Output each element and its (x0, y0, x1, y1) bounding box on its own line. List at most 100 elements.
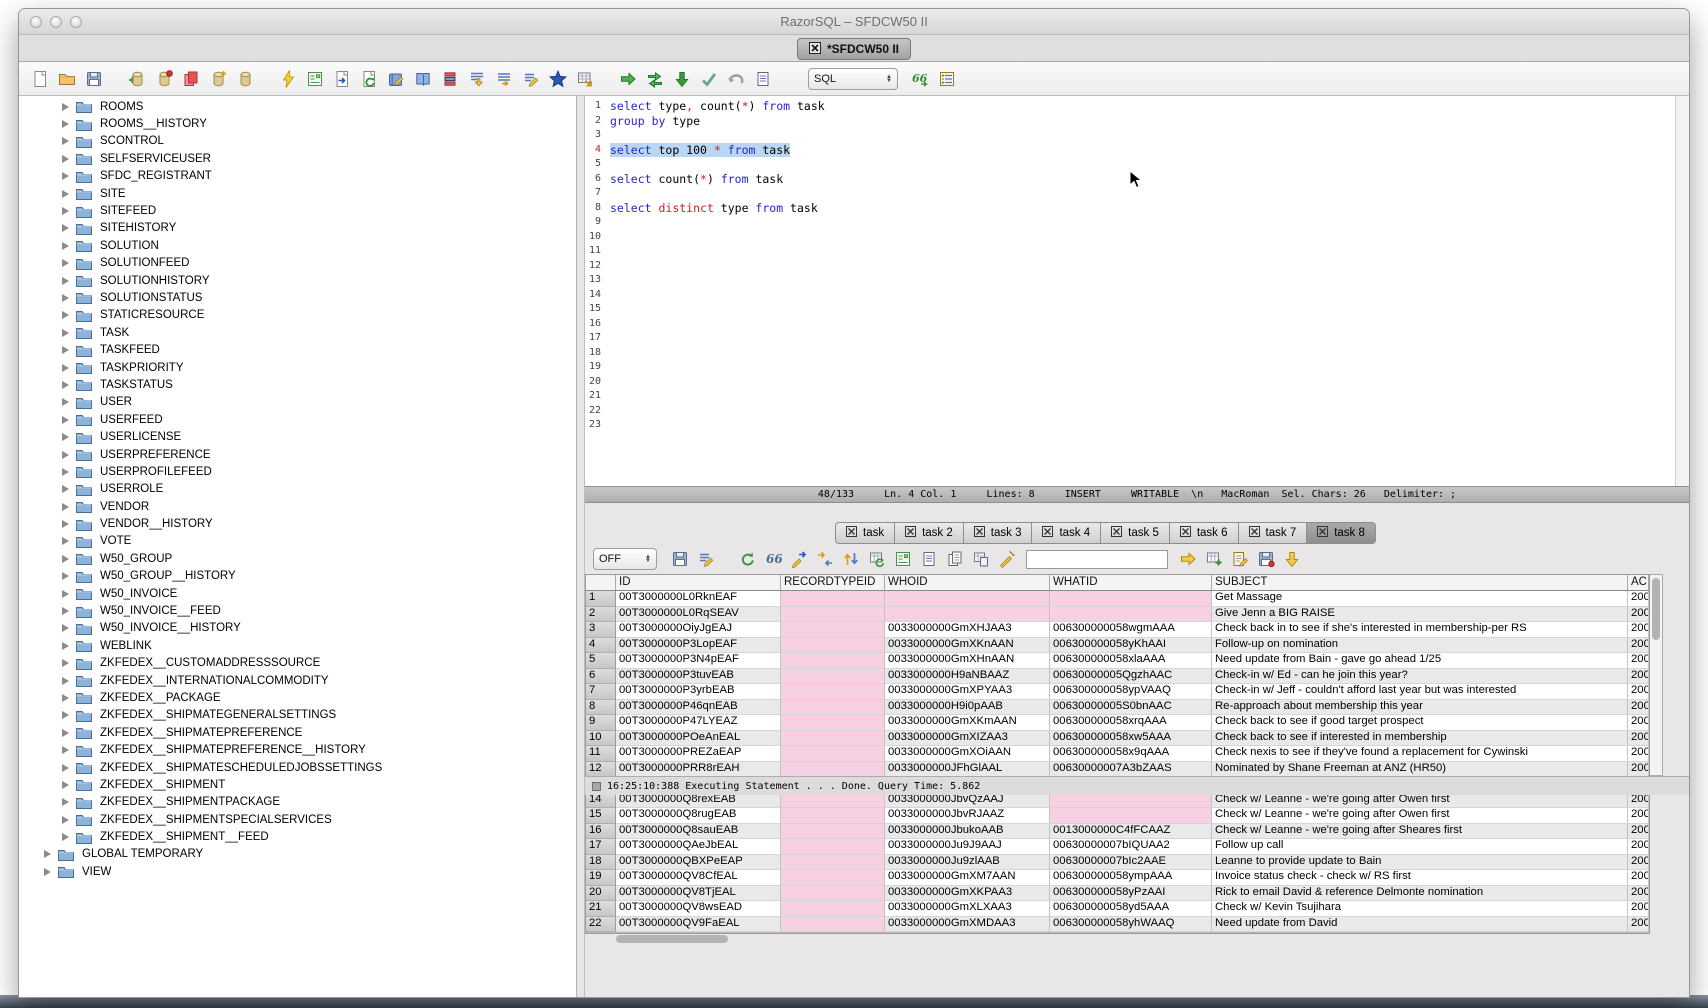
save-results-icon[interactable] (668, 548, 691, 571)
save-file-icon[interactable] (82, 67, 105, 90)
tree-item-zkfedex__package[interactable]: ZKFEDEX__PACKAGE (19, 689, 576, 706)
table-row[interactable]: 1100T3000000PREZaEAP0033000000GmXOiAAN00… (586, 746, 1649, 762)
expand-arrow-icon[interactable] (62, 207, 69, 215)
scroll-down-icon[interactable] (1280, 548, 1303, 571)
tree-item-sitefeed[interactable]: SITEFEED (19, 202, 576, 219)
expand-arrow-icon[interactable] (62, 259, 69, 267)
expand-arrow-icon[interactable] (62, 572, 69, 580)
execute-sql-icon[interactable] (276, 67, 299, 90)
refresh-query-icon[interactable] (357, 67, 380, 90)
tree-item-w50_group[interactable]: W50_GROUP (19, 550, 576, 567)
expand-arrow-icon[interactable] (62, 137, 69, 145)
table-row[interactable]: 700T3000000P3yrbEAB0033000000GmXPYAA3006… (586, 684, 1649, 700)
results-vertical-scrollbar[interactable] (1650, 574, 1663, 776)
close-tab-icon[interactable] (809, 42, 821, 57)
tree-item-userfeed[interactable]: USERFEED (19, 411, 576, 428)
tree-item-zkfedex__shipment__feed[interactable]: ZKFEDEX__SHIPMENT__FEED (19, 828, 576, 845)
result-tab-task-6[interactable]: task 6 (1170, 522, 1239, 544)
expand-arrow-icon[interactable] (62, 764, 69, 772)
expand-arrow-icon[interactable] (62, 242, 69, 250)
close-tab-icon[interactable] (1042, 526, 1053, 540)
scrollbar-thumb[interactable] (616, 935, 728, 943)
tree-item-sitehistory[interactable]: SITEHISTORY (19, 220, 576, 237)
connect-database-icon[interactable] (125, 67, 148, 90)
tree-item-scontrol[interactable]: SCONTROL (19, 133, 576, 150)
database-icon[interactable] (233, 67, 256, 90)
expand-arrow-icon[interactable] (62, 311, 69, 319)
row-form-icon[interactable] (891, 548, 914, 571)
query-results-icon[interactable] (303, 67, 326, 90)
edit-cells-icon[interactable] (1228, 548, 1251, 571)
expand-arrow-icon[interactable] (62, 746, 69, 754)
expand-arrow-icon[interactable] (62, 416, 69, 424)
expand-arrow-icon[interactable] (62, 277, 69, 285)
expand-arrow-icon[interactable] (62, 833, 69, 841)
tree-item-userprofilefeed[interactable]: USERPROFILEFEED (19, 463, 576, 480)
expand-arrow-icon[interactable] (62, 555, 69, 563)
close-tab-icon[interactable] (1111, 526, 1122, 540)
validate-icon[interactable] (697, 67, 720, 90)
documentation-icon[interactable] (411, 67, 434, 90)
tree-item-zkfedex__shipmatescheduledjobssettings[interactable]: ZKFEDEX__SHIPMATESCHEDULEDJOBSSETTINGS (19, 759, 576, 776)
new-file-icon[interactable] (28, 67, 51, 90)
table-row[interactable]: 600T3000000P3tuvEAB0033000000H9aNBAAZ006… (586, 669, 1649, 685)
expand-arrow-icon[interactable] (62, 798, 69, 806)
column-header-WHOID[interactable]: WHOID (885, 575, 1050, 590)
copy-table-icon[interactable] (969, 548, 992, 571)
tree-item-userlicense[interactable]: USERLICENSE (19, 428, 576, 445)
zoom-window-button[interactable] (70, 16, 82, 28)
tree-item-taskfeed[interactable]: TASKFEED (19, 341, 576, 358)
tree-item-zkfedex__shipmatepreference__history[interactable]: ZKFEDEX__SHIPMATEPREFERENCE__HISTORY (19, 741, 576, 758)
reload-table-icon[interactable] (865, 548, 888, 571)
document-tab[interactable]: *SFDCW50 II (797, 38, 911, 60)
tree-item-staticresource[interactable]: STATICRESOURCE (19, 307, 576, 324)
editor-scrollbar[interactable] (1675, 96, 1689, 486)
expand-arrow-icon[interactable] (62, 364, 69, 372)
tree-item-user[interactable]: USER (19, 394, 576, 411)
sql-mode-select[interactable]: SQL ▲▼ (808, 68, 898, 90)
result-tab-task-7[interactable]: task 7 (1239, 522, 1308, 544)
expand-arrow-icon[interactable] (62, 294, 69, 302)
close-tab-icon[interactable] (974, 526, 985, 540)
expand-arrow-icon[interactable] (62, 120, 69, 128)
result-tab-task-5[interactable]: task 5 (1101, 522, 1170, 544)
table-row[interactable]: 1200T3000000PRR8rEAH0033000000JFhGlAAL00… (586, 762, 1649, 778)
close-window-button[interactable] (30, 16, 42, 28)
execute-icon[interactable] (616, 67, 639, 90)
edit-sql-icon[interactable] (519, 67, 542, 90)
view-cell-icon[interactable] (917, 548, 940, 571)
tree-item-rooms__history[interactable]: ROOMS__HISTORY (19, 115, 576, 132)
table-row[interactable]: 500T3000000P3N4pEAF0033000000GmXHnAAN006… (586, 653, 1649, 669)
result-tab-task-4[interactable]: task 4 (1032, 522, 1101, 544)
tree-item-w50_group__history[interactable]: W50_GROUP__HISTORY (19, 568, 576, 585)
copy-rows-icon[interactable] (943, 548, 966, 571)
format-sql-icon[interactable] (935, 67, 958, 90)
scrollbar-thumb[interactable] (1652, 578, 1660, 640)
tree-item-rooms[interactable]: ROOMS (19, 98, 576, 115)
results-horizontal-scrollbar[interactable] (585, 932, 1650, 934)
export-table-icon[interactable] (573, 67, 596, 90)
disconnect-database-icon[interactable] (152, 67, 175, 90)
sql-code-area[interactable]: select type, count(*) from taskgroup by … (604, 96, 1675, 486)
expand-arrow-icon[interactable] (62, 398, 69, 406)
tree-item-solutionstatus[interactable]: SOLUTIONSTATUS (19, 289, 576, 306)
table-row[interactable]: 100T3000000L0RknEAFGet Massage200 (586, 591, 1649, 607)
filter-results-icon[interactable] (694, 548, 717, 571)
table-row[interactable]: 400T3000000P3LopEAF0033000000GmXKnAAN006… (586, 638, 1649, 654)
close-tab-icon[interactable] (1317, 526, 1328, 540)
favorites-icon[interactable] (546, 67, 569, 90)
expand-arrow-icon[interactable] (62, 781, 69, 789)
tree-item-selfserviceuser[interactable]: SELFSERVICEUSER (19, 150, 576, 167)
expand-arrow-icon[interactable] (62, 729, 69, 737)
open-file-icon[interactable] (55, 67, 78, 90)
tree-item-site[interactable]: SITE (19, 185, 576, 202)
find-next-icon[interactable] (1176, 548, 1199, 571)
tree-item-zkfedex__shipmatepreference[interactable]: ZKFEDEX__SHIPMATEPREFERENCE (19, 724, 576, 741)
column-header-AC[interactable]: AC (1628, 575, 1649, 590)
expand-arrow-icon[interactable] (62, 172, 69, 180)
result-tab-task-3[interactable]: task 3 (964, 522, 1033, 544)
column-header-SUBJECT[interactable]: SUBJECT (1212, 575, 1628, 590)
tree-item-userrole[interactable]: USERROLE (19, 481, 576, 498)
expand-arrow-icon[interactable] (62, 537, 69, 545)
tree-item-vendor__history[interactable]: VENDOR__HISTORY (19, 515, 576, 532)
